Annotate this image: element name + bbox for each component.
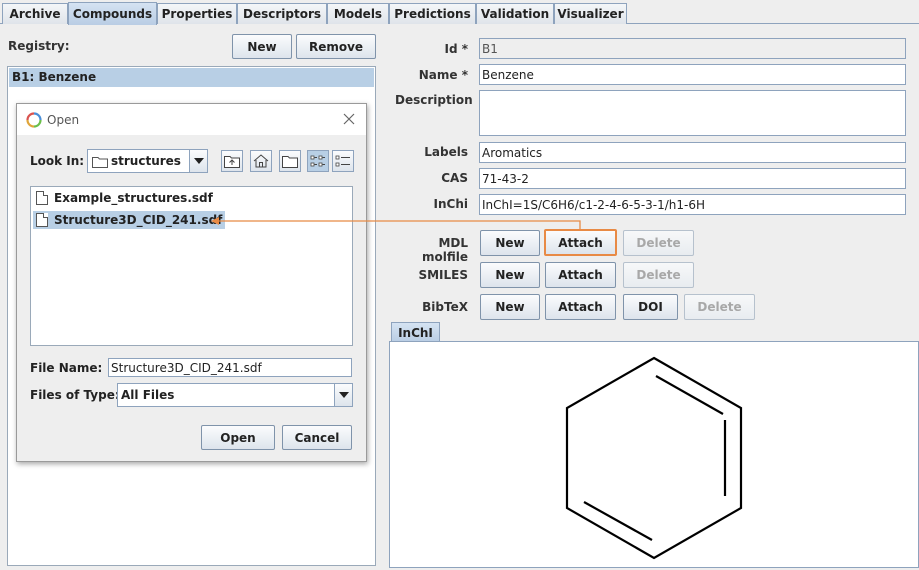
cas-label: CAS <box>441 171 468 185</box>
look-in-combo[interactable]: structures <box>87 149 208 173</box>
files-of-type-dropdown-arrow[interactable] <box>334 384 352 406</box>
registry-label: Registry: <box>8 39 70 53</box>
chevron-down-icon <box>338 392 349 398</box>
main-tab-bar: Archive Compounds Properties Descriptors… <box>0 0 919 25</box>
app-logo-icon <box>26 112 42 128</box>
look-in-value: structures <box>111 154 181 168</box>
description-label: Description <box>395 93 473 107</box>
files-of-type-combo[interactable]: All Files <box>117 383 353 407</box>
tab-inchi-structure[interactable]: InChI <box>391 322 440 342</box>
bibtex-doi-button[interactable]: DOI <box>623 294 678 320</box>
home-icon <box>253 154 269 168</box>
file-item-selected[interactable]: Structure3D_CID_241.sdf <box>33 211 226 229</box>
dialog-title: Open <box>47 113 80 127</box>
look-in-label: Look In: <box>30 154 85 168</box>
cancel-button[interactable]: Cancel <box>282 425 352 450</box>
home-button[interactable] <box>250 150 272 172</box>
file-name-label: File Name: <box>30 361 103 375</box>
structure-canvas <box>389 341 919 568</box>
list-view-button[interactable] <box>307 150 329 172</box>
tab-visualizer[interactable]: Visualizer <box>554 3 627 24</box>
tab-validation[interactable]: Validation <box>476 3 554 24</box>
description-field[interactable] <box>479 90 906 136</box>
registry-selected-item[interactable]: B1: Benzene <box>9 68 374 87</box>
file-item-label: Example_structures.sdf <box>54 191 213 205</box>
file-name-input[interactable]: Structure3D_CID_241.sdf <box>108 358 352 377</box>
file-icon <box>36 191 48 205</box>
cas-field[interactable]: 71-43-2 <box>479 168 906 189</box>
labels-field[interactable]: Aromatics <box>479 142 906 163</box>
mdl-new-button[interactable]: New <box>480 230 540 256</box>
bibtex-delete-button[interactable]: Delete <box>684 294 755 320</box>
id-label: Id * <box>444 42 468 56</box>
tab-models[interactable]: Models <box>327 3 389 24</box>
tab-properties[interactable]: Properties <box>157 3 237 24</box>
folder-icon <box>92 157 108 168</box>
mdl-delete-button[interactable]: Delete <box>623 230 694 256</box>
look-in-dropdown-arrow[interactable] <box>189 150 207 172</box>
benzene-structure-icon <box>565 356 743 560</box>
tab-archive[interactable]: Archive <box>2 3 68 24</box>
close-icon[interactable] <box>343 113 355 125</box>
up-folder-icon <box>224 156 240 168</box>
registry-new-button[interactable]: New <box>232 34 292 59</box>
labels-label: Labels <box>424 145 468 159</box>
details-view-icon <box>335 155 350 167</box>
bibtex-label: BibTeX <box>422 300 468 314</box>
inchi-label: InChi <box>433 197 468 211</box>
bibtex-attach-button[interactable]: Attach <box>545 294 616 320</box>
file-icon <box>36 213 48 227</box>
files-of-type-label: Files of Type: <box>30 388 120 402</box>
tab-compounds[interactable]: Compounds <box>68 2 157 25</box>
list-view-icon <box>310 155 325 167</box>
files-of-type-value: All Files <box>121 388 175 402</box>
mdl-attach-button[interactable]: Attach <box>544 229 617 256</box>
file-item[interactable]: Example_structures.sdf <box>33 189 216 207</box>
open-file-dialog: Open Look In: structures Example_structu… <box>16 103 367 462</box>
smiles-label: SMILES <box>418 268 468 282</box>
dialog-title-bar: Open <box>17 104 366 135</box>
smiles-attach-button[interactable]: Attach <box>545 262 616 288</box>
tab-predictions[interactable]: Predictions <box>389 3 476 24</box>
tab-descriptors[interactable]: Descriptors <box>237 3 327 24</box>
id-field: B1 <box>479 38 906 59</box>
open-button[interactable]: Open <box>201 425 275 450</box>
name-field[interactable]: Benzene <box>479 64 906 85</box>
name-label: Name * <box>418 68 468 82</box>
file-item-label: Structure3D_CID_241.sdf <box>54 213 223 227</box>
details-view-button[interactable] <box>332 150 354 172</box>
new-folder-button[interactable] <box>279 150 301 172</box>
bibtex-new-button[interactable]: New <box>480 294 540 320</box>
registry-remove-button[interactable]: Remove <box>296 34 376 59</box>
inchi-field[interactable]: InChI=1S/C6H6/c1-2-4-6-5-3-1/h1-6H <box>479 194 906 215</box>
file-list[interactable]: Example_structures.sdf Structure3D_CID_2… <box>30 186 353 346</box>
smiles-delete-button[interactable]: Delete <box>623 262 694 288</box>
up-folder-button[interactable] <box>221 150 243 172</box>
smiles-new-button[interactable]: New <box>480 262 540 288</box>
mdl-molfile-label: MDL molfile <box>421 236 468 264</box>
new-folder-icon <box>282 156 298 168</box>
chevron-down-icon <box>193 158 204 164</box>
